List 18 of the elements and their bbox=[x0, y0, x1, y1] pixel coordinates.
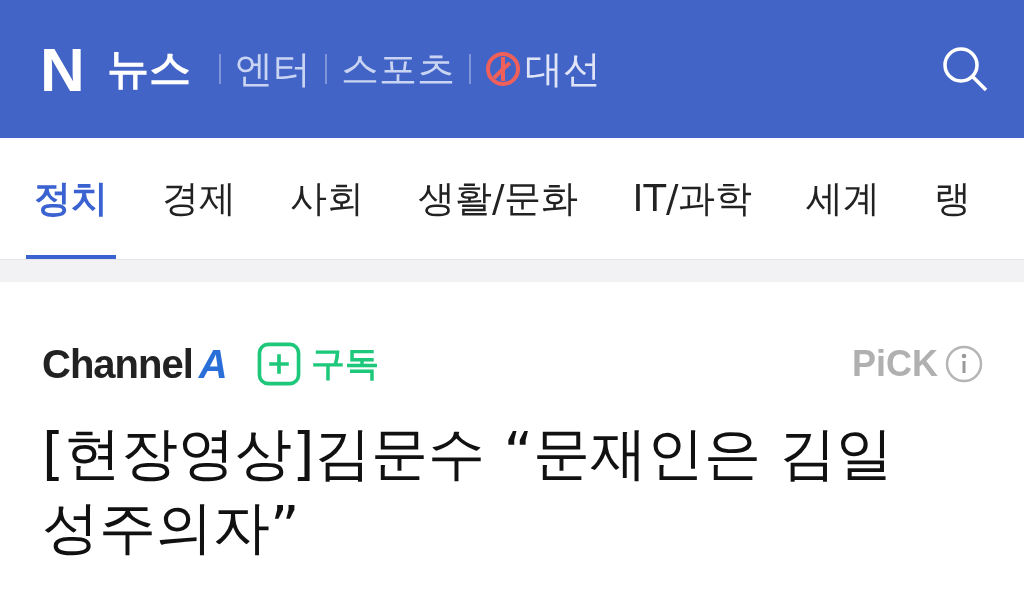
category-tab[interactable]: 생활/문화 bbox=[410, 138, 587, 259]
search-icon[interactable] bbox=[940, 44, 990, 94]
logo-text[interactable]: 뉴스 bbox=[106, 41, 191, 97]
article-headline: [현장영상]김문수 “문재인은 김일성주의자” bbox=[42, 419, 895, 563]
category-tab[interactable]: 세계 bbox=[798, 138, 889, 259]
plus-icon bbox=[256, 342, 301, 386]
category-tab[interactable]: 경제 bbox=[154, 138, 244, 259]
category-tab[interactable]: 사회 bbox=[282, 138, 372, 259]
category-tab[interactable]: IT/과학 bbox=[624, 138, 761, 259]
nav-link[interactable]: 스포츠 bbox=[340, 43, 455, 95]
pick-label: PiCK bbox=[852, 343, 938, 385]
nav-link[interactable]: 대선 bbox=[524, 43, 601, 95]
info-icon[interactable] bbox=[944, 344, 984, 384]
nav-link[interactable]: 엔터 bbox=[234, 43, 311, 95]
press-logo[interactable]: ChannelA bbox=[42, 341, 227, 387]
ballot-icon bbox=[484, 51, 521, 87]
category-tab[interactable]: 랭 bbox=[926, 138, 980, 259]
logo-letter[interactable]: N bbox=[40, 33, 85, 105]
